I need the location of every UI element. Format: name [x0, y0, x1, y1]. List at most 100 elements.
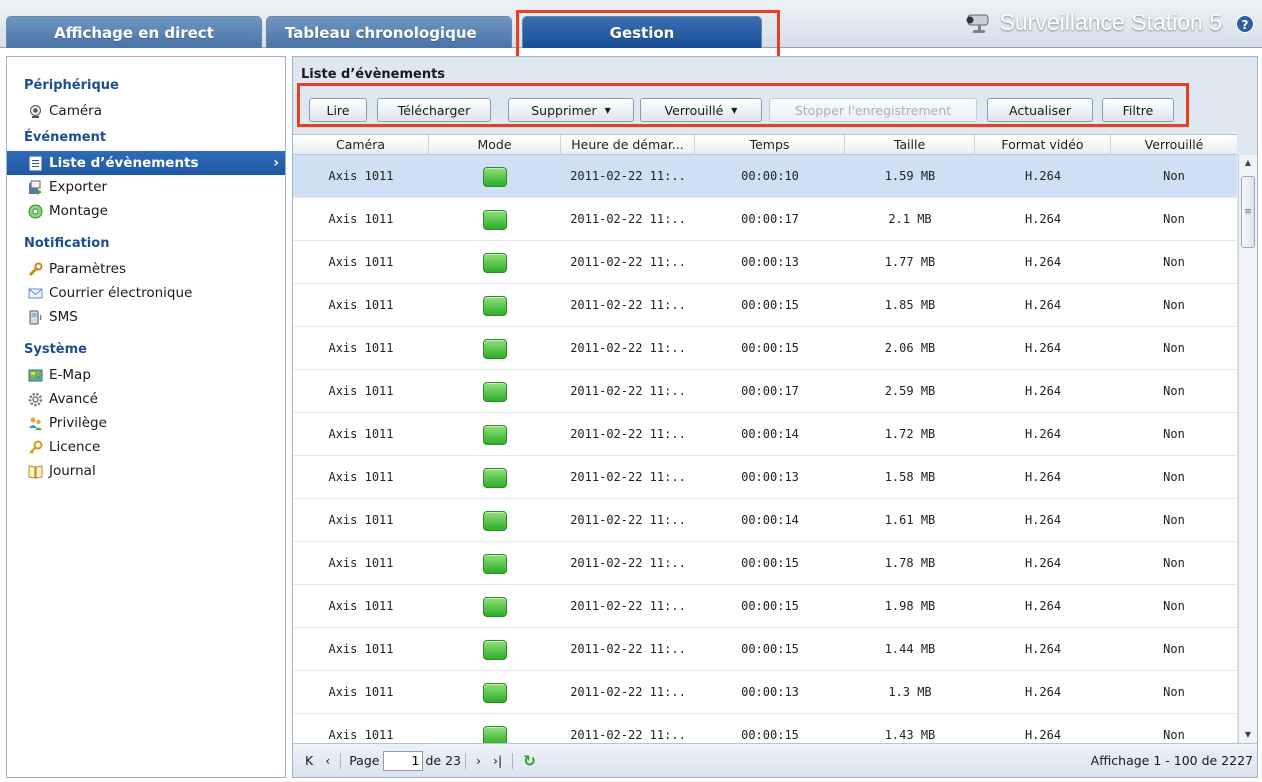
cell-duration: 00:00:15 — [741, 642, 799, 656]
play-button[interactable]: Lire — [309, 98, 367, 122]
security-camera-icon — [962, 12, 992, 34]
sidebar-item-label: SMS — [49, 309, 78, 325]
divider — [512, 752, 514, 769]
sidebar-item-advanced[interactable]: Avancé — [7, 387, 285, 411]
sidebar-item-montage[interactable]: Montage — [7, 199, 285, 223]
previous-page-icon[interactable]: ‹ — [325, 753, 330, 768]
table-row[interactable]: Axis 1011 2011-02-22 11:.. 00:00:15 2.06 MB… — [293, 327, 1237, 370]
cell-camera: Axis 1011 — [328, 255, 394, 269]
refresh-button[interactable]: Actualiser — [987, 98, 1093, 122]
sidebar-item-event-list[interactable]: Liste d’évènements › — [7, 151, 285, 175]
cell-size: 1.58 MB — [884, 470, 936, 484]
vertical-scrollbar[interactable]: ▲ ≡ ▼ — [1238, 155, 1257, 743]
locked-dropdown-button[interactable]: Verrouillé ▼ — [640, 98, 762, 122]
cell-video-format: H.264 — [1024, 470, 1062, 484]
scroll-up-icon[interactable]: ▲ — [1239, 155, 1257, 171]
scrollbar-thumb[interactable]: ≡ — [1241, 176, 1255, 248]
next-page-icon[interactable]: › — [476, 753, 481, 768]
cell-locked: Non — [1163, 642, 1185, 656]
cell-camera: Axis 1011 — [328, 384, 394, 398]
refresh-icon[interactable]: ↻ — [523, 752, 536, 770]
sidebar-item-label: Privilège — [49, 415, 107, 431]
cell-size: 1.3 MB — [888, 685, 932, 699]
cell-camera: Axis 1011 — [328, 169, 394, 183]
sidebar-item-journal[interactable]: Journal — [7, 459, 285, 483]
cell-video-format: H.264 — [1024, 341, 1062, 355]
recording-mode-icon — [483, 682, 507, 703]
delete-dropdown-button[interactable]: Supprimer ▼ — [508, 98, 634, 122]
sidebar-item-privilege[interactable]: Privilège — [7, 411, 285, 435]
sidebar: Périphérique Caméra Événement Liste d’év… — [6, 56, 286, 778]
stop-recording-button[interactable]: Stopper l'enregistrement — [769, 98, 977, 122]
cell-video-format: H.264 — [1024, 427, 1062, 441]
recording-mode-icon — [483, 725, 507, 743]
cell-video-format: H.264 — [1024, 298, 1062, 312]
table-row[interactable]: Axis 1011 2011-02-22 11:.. 00:00:15 1.85 MB… — [293, 284, 1237, 327]
caret-down-icon: ▼ — [604, 105, 611, 115]
cell-camera: Axis 1011 — [328, 470, 394, 484]
table-row[interactable]: Axis 1011 2011-02-22 11:.. 00:00:10 1.59 MB… — [293, 155, 1237, 198]
filter-button[interactable]: Filtre — [1102, 98, 1174, 122]
column-header-size[interactable]: Taille — [845, 135, 975, 155]
recording-mode-icon — [483, 467, 507, 488]
sidebar-item-settings[interactable]: Paramètres — [7, 257, 285, 281]
recording-mode-icon — [483, 338, 507, 359]
cell-video-format: H.264 — [1024, 685, 1062, 699]
table-row[interactable]: Axis 1011 2011-02-22 11:.. 00:00:15 1.44 MB… — [293, 628, 1237, 671]
cell-mode — [429, 284, 561, 326]
table-row[interactable]: Axis 1011 2011-02-22 11:.. 00:00:17 2.59 MB… — [293, 370, 1237, 413]
column-header-duration[interactable]: Temps — [695, 135, 845, 155]
table-row[interactable]: Axis 1011 2011-02-22 11:.. 00:00:15 1.43 MB… — [293, 714, 1237, 743]
pagination-bar: K ‹ Page de 23 › ›| ↻ Affichage 1 - 100 … — [293, 743, 1257, 777]
cell-mode — [429, 413, 561, 455]
cell-duration: 00:00:13 — [741, 470, 799, 484]
sidebar-item-camera[interactable]: Caméra — [7, 99, 285, 123]
table-row[interactable]: Axis 1011 2011-02-22 11:.. 00:00:17 2.1 MB H… — [293, 198, 1237, 241]
sidebar-item-export[interactable]: Exporter — [7, 175, 285, 199]
sidebar-item-license[interactable]: Licence — [7, 435, 285, 459]
sidebar-item-email[interactable]: Courrier électronique — [7, 281, 285, 305]
column-header-start-time[interactable]: Heure de démar... — [561, 135, 695, 155]
tab-timeline[interactable]: Tableau chronologique — [266, 16, 512, 48]
cell-duration: 00:00:15 — [741, 728, 799, 742]
sidebar-item-emap[interactable]: E-Map — [7, 363, 285, 387]
sidebar-item-label: E-Map — [49, 367, 91, 383]
scroll-down-icon[interactable]: ▼ — [1239, 727, 1257, 743]
page-number-input[interactable] — [383, 750, 424, 771]
cell-start-time: 2011-02-22 11:.. — [570, 384, 686, 398]
cell-size: 1.98 MB — [884, 599, 936, 613]
table-header: Caméra Mode Heure de démar... Temps Tail… — [293, 134, 1237, 155]
tab-management[interactable]: Gestion — [522, 16, 762, 48]
cell-mode — [429, 327, 561, 369]
cell-start-time: 2011-02-22 11:.. — [570, 599, 686, 613]
sidebar-heading-notification: Notification — [24, 236, 110, 251]
help-icon[interactable]: ? — [1236, 15, 1254, 33]
table-row[interactable]: Axis 1011 2011-02-22 11:.. 00:00:15 1.98 MB… — [293, 585, 1237, 628]
table-row[interactable]: Axis 1011 2011-02-22 11:.. 00:00:14 1.61 MB… — [293, 499, 1237, 542]
cell-video-format: H.264 — [1024, 255, 1062, 269]
download-button[interactable]: Télécharger — [377, 98, 491, 122]
table-row[interactable]: Axis 1011 2011-02-22 11:.. 00:00:14 1.72 MB… — [293, 413, 1237, 456]
column-header-video-format[interactable]: Format vidéo — [975, 135, 1111, 155]
tab-live-view[interactable]: Affichage en direct — [6, 16, 262, 48]
pagination-status: Affichage 1 - 100 de 2227 — [1090, 753, 1253, 768]
cell-locked: Non — [1163, 599, 1185, 613]
first-page-icon[interactable]: K — [305, 753, 313, 768]
column-header-mode[interactable]: Mode — [429, 135, 561, 155]
column-header-camera[interactable]: Caméra — [293, 135, 429, 155]
table-row[interactable]: Axis 1011 2011-02-22 11:.. 00:00:13 1.3 MB H… — [293, 671, 1237, 714]
table-row[interactable]: Axis 1011 2011-02-22 11:.. 00:00:15 1.78 MB… — [293, 542, 1237, 585]
table-row[interactable]: Axis 1011 2011-02-22 11:.. 00:00:13 1.58 MB… — [293, 456, 1237, 499]
sidebar-item-label: Liste d’évènements — [49, 155, 199, 171]
brand: Surveillance Station 5 — [962, 9, 1222, 36]
sidebar-item-sms[interactable]: SMS — [7, 305, 285, 329]
recording-mode-icon — [483, 639, 507, 660]
users-icon — [27, 415, 43, 431]
sidebar-heading-event: Événement — [24, 130, 107, 145]
table-row[interactable]: Axis 1011 2011-02-22 11:.. 00:00:13 1.77 MB… — [293, 241, 1237, 284]
column-header-locked[interactable]: Verrouillé — [1111, 135, 1237, 155]
last-page-icon[interactable]: ›| — [493, 753, 502, 768]
map-icon — [27, 367, 43, 383]
cell-locked: Non — [1163, 728, 1185, 742]
cell-start-time: 2011-02-22 11:.. — [570, 556, 686, 570]
